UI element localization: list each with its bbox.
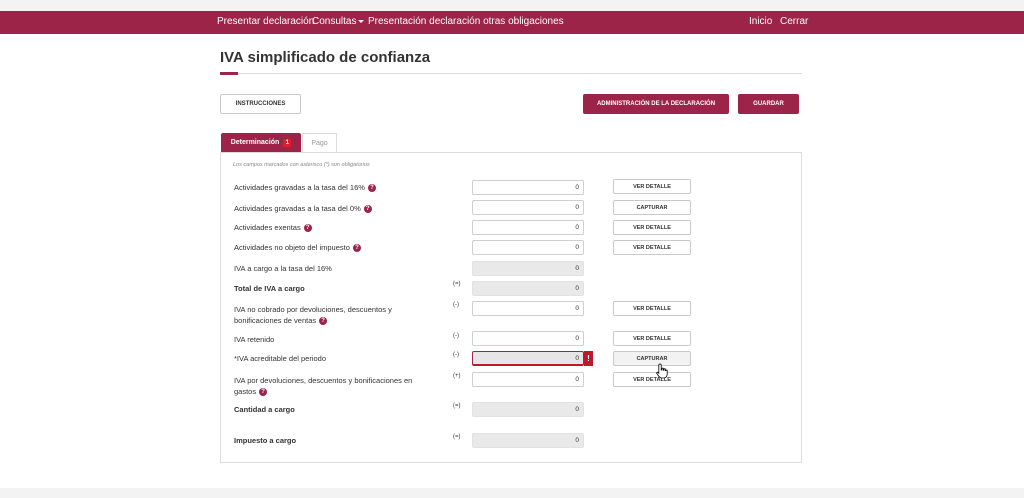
help-icon[interactable]: ?	[259, 388, 268, 397]
help-icon[interactable]: ?	[303, 224, 312, 233]
title-divider	[220, 73, 802, 74]
row-label-iva-retenido: IVA retenido	[234, 335, 275, 344]
bottom-strip	[0, 488, 1024, 498]
capturar-button[interactable]: CAPTURAR	[613, 200, 691, 215]
row-label-impuesto-cargo: Impuesto a cargo	[234, 436, 297, 445]
operator-label: (+)	[453, 373, 461, 379]
guardar-button[interactable]: GUARDAR	[738, 94, 799, 114]
tab-determinacion-label: Determinación	[230, 139, 280, 146]
help-icon[interactable]: ?	[319, 317, 328, 326]
nav-inicio[interactable]: Inicio	[749, 16, 772, 28]
top-strip	[0, 0, 1024, 11]
capturar-button[interactable]: CAPTURAR	[613, 351, 691, 366]
iva-acreditable-field[interactable]: 0	[472, 351, 584, 366]
ver-detalle-button[interactable]: VER DETALLE	[613, 179, 691, 194]
nav-otras-obligaciones[interactable]: Presentación declaración otras obligacio…	[368, 16, 564, 28]
operator-label: (=)	[453, 434, 461, 440]
nav-consultas[interactable]: Consultas	[312, 16, 365, 28]
no-objeto-field[interactable]: 0	[472, 240, 584, 255]
ver-detalle-button[interactable]: VER DETALLE	[613, 220, 691, 235]
help-icon[interactable]: ?	[352, 244, 361, 253]
operator-label: (-)	[453, 333, 459, 339]
page-title: IVA simplificado de confianza	[220, 49, 431, 66]
ver-detalle-button[interactable]: VER DETALLE	[613, 372, 691, 387]
title-accent-bar	[220, 72, 238, 75]
row-label-iva-no-cobrado: IVA no cobrado por devoluciones, descuen…	[234, 304, 402, 326]
nav-consultas-label: Consultas	[312, 16, 357, 27]
help-icon[interactable]: ?	[363, 205, 372, 214]
row-label-gravadas-16: Actividades gravadas a la tasa del 16%?	[234, 182, 414, 193]
gravadas-0-field[interactable]: 0	[472, 200, 584, 215]
tab-pago[interactable]: Pago	[302, 133, 337, 152]
row-label-text: Actividades gravadas a la tasa del 0%	[234, 204, 361, 213]
exentas-field[interactable]: 0	[472, 220, 584, 235]
iva-no-cobrado-field[interactable]: 0	[472, 301, 584, 316]
iva-cargo-16-field: 0	[472, 261, 584, 276]
cantidad-cargo-field: 0	[472, 402, 584, 417]
operator-label: (-)	[453, 352, 459, 358]
total-iva-cargo-field: 0	[472, 281, 584, 296]
row-label-cantidad-cargo: Cantidad a cargo	[234, 405, 295, 414]
nav-presentar-declaracion[interactable]: Presentar declaración	[217, 16, 314, 28]
operator-label: (=)	[453, 281, 461, 287]
error-alert-icon: !	[584, 351, 593, 366]
row-label-text: Actividades no objeto del impuesto	[234, 243, 350, 252]
row-label-iva-cargo-16: IVA a cargo a la tasa del 16%	[234, 264, 332, 273]
caret-down-icon	[358, 19, 365, 23]
row-label-exentas: Actividades exentas?	[234, 222, 414, 233]
row-label-total-iva-cargo: Total de IVA a cargo	[234, 284, 305, 293]
nav-cerrar[interactable]: Cerrar	[780, 16, 808, 28]
ver-detalle-button[interactable]: VER DETALLE	[613, 331, 691, 346]
ver-detalle-button[interactable]: VER DETALLE	[613, 301, 691, 316]
row-label-iva-devoluciones-gastos: IVA por devoluciones, descuentos y bonif…	[234, 375, 424, 397]
tab-determinacion[interactable]: Determinación 1	[221, 133, 301, 152]
instrucciones-button[interactable]: INSTRUCCIONES	[220, 94, 301, 114]
row-label-iva-acreditable: *IVA acreditable del periodo	[234, 354, 327, 363]
operator-label: (=)	[453, 403, 461, 409]
impuesto-cargo-field: 0	[472, 433, 584, 448]
iva-devoluciones-gastos-field[interactable]: 0	[472, 372, 584, 387]
row-label-gravadas-0: Actividades gravadas a la tasa del 0%?	[234, 203, 414, 214]
gravadas-16-field[interactable]: 0	[472, 180, 584, 195]
required-fields-note: Los campos marcados con asterisco (*) so…	[233, 162, 370, 168]
ver-detalle-button[interactable]: VER DETALLE	[613, 240, 691, 255]
operator-label: (-)	[453, 302, 459, 308]
row-label-text: Actividades exentas	[234, 223, 301, 232]
iva-retenido-field[interactable]: 0	[472, 331, 584, 346]
hand-cursor-icon	[656, 363, 668, 379]
row-label-text: IVA no cobrado por devoluciones, descuen…	[234, 305, 392, 325]
row-label-text: Actividades gravadas a la tasa del 16%	[234, 183, 365, 192]
help-icon[interactable]: ?	[367, 184, 376, 193]
tab-error-badge: 1	[283, 138, 292, 147]
administracion-declaracion-button[interactable]: ADMINISTRACIÓN DE LA DECLARACIÓN	[583, 94, 729, 114]
row-label-no-objeto: Actividades no objeto del impuesto?	[234, 242, 414, 253]
top-navbar: Presentar declaración Consultas Presenta…	[0, 11, 1024, 34]
